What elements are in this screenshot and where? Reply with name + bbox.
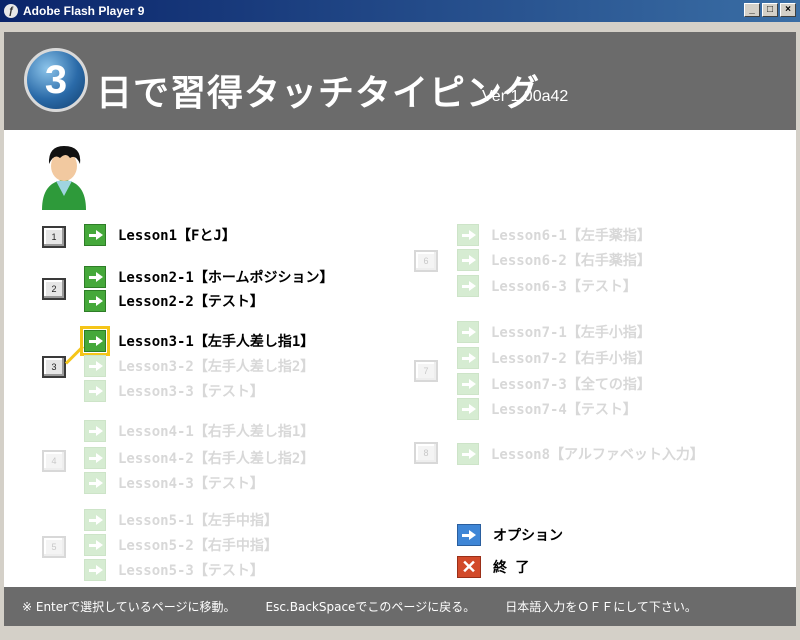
maximize-button[interactable]: □: [762, 3, 778, 17]
lesson-label: Lesson6-2【右手薬指】: [491, 253, 651, 269]
lesson-6-1[interactable]: Lesson6-1【左手薬指】: [457, 224, 651, 246]
footer-hint-ime: 日本語入力をＯＦＦにして下さい。: [505, 600, 697, 614]
lesson-label: Lesson3-3【テスト】: [118, 384, 264, 400]
group-key-5[interactable]: 5: [42, 536, 66, 558]
user-avatar-icon: [42, 146, 86, 210]
lesson-label: Lesson5-2【右手中指】: [118, 538, 278, 554]
lesson-label: Lesson3-1【左手人差し指1】: [118, 334, 315, 350]
logo-number-badge: 3: [24, 48, 88, 112]
lesson-7-3[interactable]: Lesson7-3【全ての指】: [457, 373, 651, 395]
lesson-label: Lesson6-1【左手薬指】: [491, 228, 651, 244]
lesson-7-1[interactable]: Lesson7-1【左手小指】: [457, 321, 651, 343]
lesson-label: Lesson2-1【ホームポジション】: [118, 270, 334, 286]
minimize-button[interactable]: _: [744, 3, 760, 17]
right-arrow-icon: [457, 275, 479, 297]
right-arrow-icon: [84, 509, 106, 531]
right-arrow-icon: [80, 326, 110, 356]
lesson-label: Lesson8【アルファベット入力】: [491, 447, 704, 463]
window-title: Adobe Flash Player 9: [23, 4, 145, 18]
app-content: 3 日で習得タッチタイピング Ver 1.00a42 1 2 3 4 5 6 7…: [4, 32, 796, 636]
window-strip: [0, 22, 800, 32]
right-arrow-icon: [457, 249, 479, 271]
lesson-label: Lesson5-3【テスト】: [118, 563, 264, 579]
lesson-3-3[interactable]: Lesson3-3【テスト】: [84, 380, 264, 402]
window-bottom-edge: [4, 626, 796, 636]
right-arrow-icon: [457, 373, 479, 395]
lesson-label: Lesson7-4【テスト】: [491, 402, 637, 418]
group-key-4[interactable]: 4: [42, 450, 66, 472]
right-arrow-icon: [457, 347, 479, 369]
right-arrow-icon: [84, 559, 106, 581]
lesson-7-2[interactable]: Lesson7-2【右手小指】: [457, 347, 651, 369]
lesson-label: Lesson4-3【テスト】: [118, 476, 264, 492]
lesson-2-2[interactable]: Lesson2-2【テスト】: [84, 290, 264, 312]
group-key-8[interactable]: 8: [414, 442, 438, 464]
lesson-label: Lesson7-2【右手小指】: [491, 351, 651, 367]
lesson-4-2[interactable]: Lesson4-2【右手人差し指2】: [84, 447, 314, 469]
lesson-5-2[interactable]: Lesson5-2【右手中指】: [84, 534, 278, 556]
group-key-1[interactable]: 1: [42, 226, 66, 248]
header-banner: 3 日で習得タッチタイピング Ver 1.00a42: [4, 32, 796, 130]
option-label: オプション: [493, 528, 563, 544]
right-arrow-icon: [457, 321, 479, 343]
lesson-5-3[interactable]: Lesson5-3【テスト】: [84, 559, 264, 581]
exit-label: 終 了: [493, 560, 530, 576]
lesson-label: Lesson6-3【テスト】: [491, 279, 637, 295]
right-arrow-icon: [457, 224, 479, 246]
group-key-7[interactable]: 7: [414, 360, 438, 382]
group-key-2[interactable]: 2: [42, 278, 66, 300]
right-arrow-icon: [84, 472, 106, 494]
lesson-2-1[interactable]: Lesson2-1【ホームポジション】: [84, 266, 333, 288]
lesson-label: Lesson7-3【全ての指】: [491, 377, 651, 393]
lesson-3-1[interactable]: Lesson3-1【左手人差し指1】: [80, 326, 315, 356]
right-arrow-icon: [84, 420, 106, 442]
group-key-3[interactable]: 3: [42, 356, 66, 378]
lesson-1[interactable]: Lesson1【FとJ】: [84, 224, 236, 246]
close-icon: ✕: [457, 556, 481, 578]
lesson-label: Lesson3-2【左手人差し指2】: [118, 359, 315, 375]
lesson-label: Lesson5-1【左手中指】: [118, 513, 278, 529]
group-key-6[interactable]: 6: [414, 250, 438, 272]
lesson-label: Lesson7-1【左手小指】: [491, 325, 651, 341]
close-button[interactable]: ×: [780, 3, 796, 17]
lesson-4-3[interactable]: Lesson4-3【テスト】: [84, 472, 264, 494]
right-arrow-icon: [84, 266, 106, 288]
right-arrow-icon: [84, 380, 106, 402]
right-arrow-icon: [84, 224, 106, 246]
page-title: 日で習得タッチタイピング: [96, 73, 541, 114]
lesson-6-3[interactable]: Lesson6-3【テスト】: [457, 275, 637, 297]
footer-hint-enter: ※ Enterで選択しているページに移動。: [22, 600, 236, 614]
lesson-label: Lesson2-2【テスト】: [118, 294, 264, 310]
right-arrow-icon: [457, 524, 481, 546]
right-arrow-icon: [84, 534, 106, 556]
version-label: Ver 1.00a42: [482, 88, 569, 105]
lesson-3-2[interactable]: Lesson3-2【左手人差し指2】: [84, 355, 314, 377]
right-arrow-icon: [84, 290, 106, 312]
option-button[interactable]: オプション: [457, 524, 563, 546]
lesson-6-2[interactable]: Lesson6-2【右手薬指】: [457, 249, 651, 271]
footer-hint-escape: Esc.BackSpaceでこのページに戻る。: [265, 600, 476, 614]
lesson-4-1[interactable]: Lesson4-1【右手人差し指1】: [84, 420, 314, 442]
lesson-label: Lesson1【FとJ】: [118, 228, 236, 244]
footer-hint-bar: ※ Enterで選択しているページに移動。 Esc.BackSpaceでこのペー…: [4, 587, 796, 626]
exit-button[interactable]: ✕ 終 了: [457, 556, 529, 578]
lesson-label: Lesson4-2【右手人差し指2】: [118, 451, 315, 467]
right-arrow-icon: [457, 443, 479, 465]
lesson-8[interactable]: Lesson8【アルファベット入力】: [457, 443, 704, 465]
flash-player-icon: ƒ: [4, 4, 18, 18]
right-arrow-icon: [457, 398, 479, 420]
window-titlebar: ƒ Adobe Flash Player 9 _ □ ×: [0, 0, 800, 22]
lesson-5-1[interactable]: Lesson5-1【左手中指】: [84, 509, 278, 531]
right-arrow-icon: [84, 355, 106, 377]
selection-connector: [64, 345, 85, 365]
right-arrow-icon: [84, 447, 106, 469]
lesson-label: Lesson4-1【右手人差し指1】: [118, 424, 315, 440]
lesson-7-4[interactable]: Lesson7-4【テスト】: [457, 398, 637, 420]
